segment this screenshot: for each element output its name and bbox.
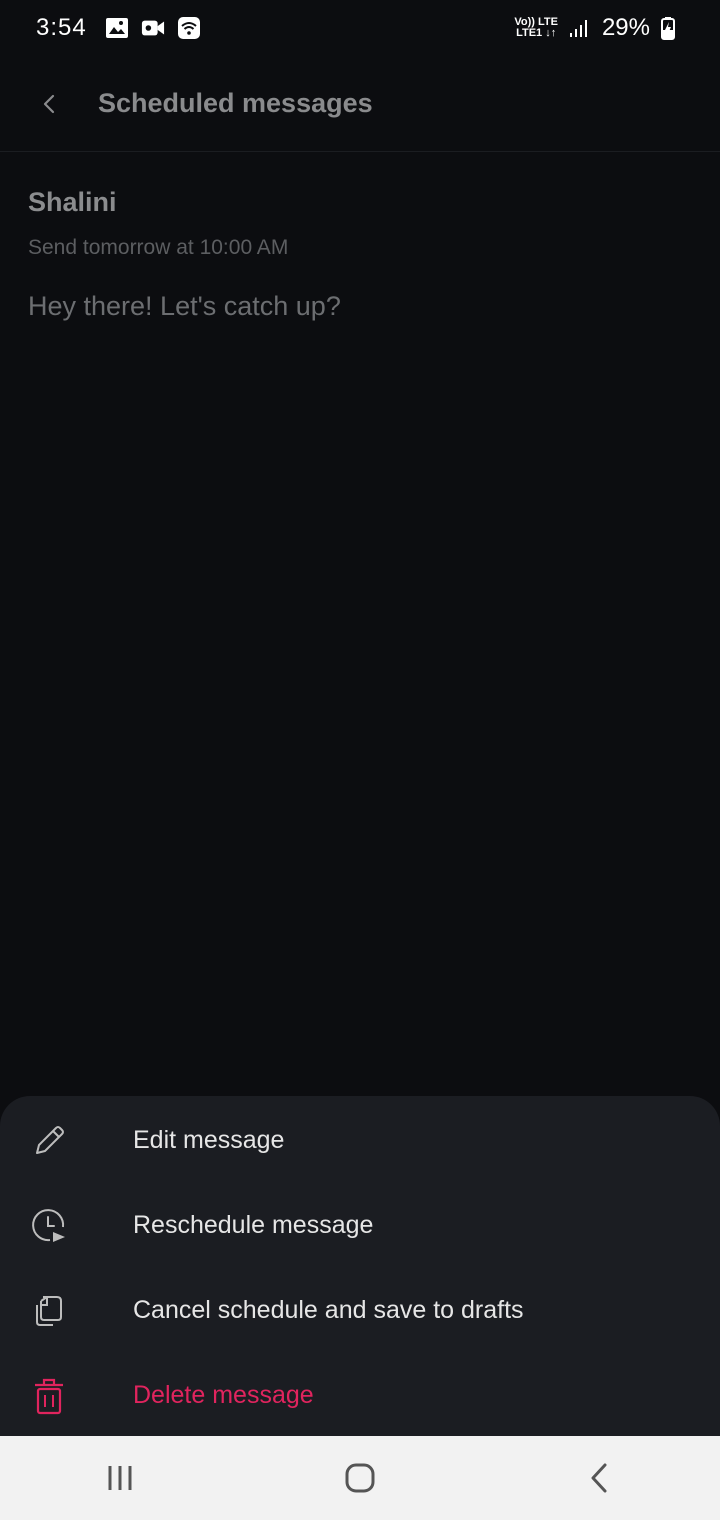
cancel-schedule-option[interactable]: Cancel schedule and save to drafts <box>0 1268 720 1353</box>
back-arrow-icon <box>43 94 55 113</box>
battery-percent: 29% <box>601 14 650 41</box>
image-icon <box>105 16 129 40</box>
reschedule-message-label: Reschedule message <box>133 1211 374 1239</box>
page-title: Scheduled messages <box>98 88 373 118</box>
edit-message-label: Edit message <box>133 1126 285 1154</box>
network-bottom-text: LTE1 ↓↑ <box>516 27 557 39</box>
scheduled-message-item[interactable]: Shalini Send tomorrow at 10:00 AM Hey th… <box>28 180 692 326</box>
delete-message-option[interactable]: Delete message <box>0 1353 720 1438</box>
trash-icon <box>30 1377 68 1415</box>
clock-send-icon <box>30 1207 68 1245</box>
back-icon <box>591 1463 607 1493</box>
video-icon <box>141 16 165 40</box>
cancel-schedule-label: Cancel schedule and save to drafts <box>133 1296 524 1324</box>
battery-charging-icon <box>660 16 684 40</box>
status-time: 3:54 <box>36 14 87 41</box>
drafts-icon <box>30 1292 68 1330</box>
pencil-icon <box>30 1122 68 1160</box>
network-indicator: Vo)) LTE LTE1 ↓↑ <box>514 17 558 39</box>
app-header: Scheduled messages <box>0 56 720 152</box>
message-preview: Hey there! Let's catch up? <box>28 291 341 321</box>
status-left: 3:54 <box>36 14 201 42</box>
reschedule-message-option[interactable]: Reschedule message <box>0 1183 720 1268</box>
recipient-name: Shalini <box>28 187 117 217</box>
delete-message-label: Delete message <box>133 1381 314 1409</box>
back-button[interactable] <box>26 80 74 128</box>
home-icon <box>345 1463 375 1493</box>
recents-button[interactable] <box>80 1448 160 1508</box>
status-right: Vo)) LTE LTE1 ↓↑ 29% <box>514 14 684 42</box>
schedule-time: Send tomorrow at 10:00 AM <box>28 236 289 259</box>
wifi-icon <box>177 16 201 40</box>
status-bar: 3:54 Vo)) LTE LTE1 ↓↑ 29% <box>0 0 720 56</box>
recents-icon <box>108 1466 132 1490</box>
edit-message-option[interactable]: Edit message <box>0 1098 720 1183</box>
home-button[interactable] <box>320 1448 400 1508</box>
signal-icon <box>568 16 592 40</box>
message-actions-sheet: Edit message Reschedule message Cancel s… <box>0 1096 720 1436</box>
system-nav-bar <box>0 1436 720 1520</box>
nav-back-button[interactable] <box>560 1448 640 1508</box>
